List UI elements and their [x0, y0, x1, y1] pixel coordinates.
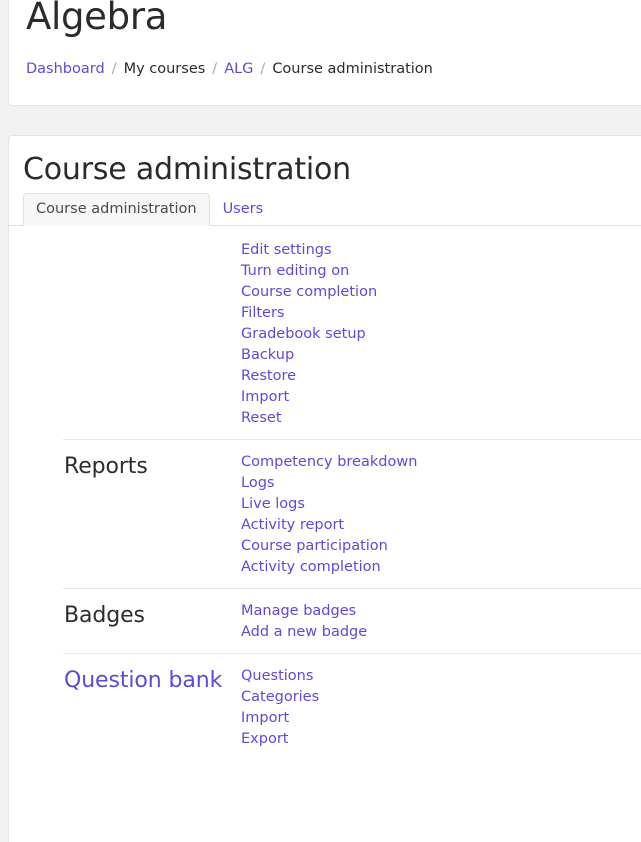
administration-sections: Edit settingsTurn editing onCourse compl… — [9, 227, 641, 760]
link-reset[interactable]: Reset — [241, 408, 641, 429]
section-heading-reports: Reports — [64, 453, 241, 481]
breadcrumb-separator: / — [253, 59, 272, 79]
link-course-completion[interactable]: Course completion — [241, 282, 641, 303]
breadcrumb-separator: / — [105, 59, 124, 79]
breadcrumb-separator: / — [205, 59, 224, 79]
link-filters[interactable]: Filters — [241, 303, 641, 324]
page-viewport: Algebra Dashboard/My courses/ALG/Course … — [0, 0, 641, 842]
link-import[interactable]: Import — [241, 387, 641, 408]
course-administration-card: Course administration Course administrat… — [8, 135, 641, 842]
course-header-card: Algebra Dashboard/My courses/ALG/Course … — [8, 0, 641, 106]
section-link-list: Competency breakdownLogsLive logsActivit… — [241, 450, 641, 578]
link-manage-badges[interactable]: Manage badges — [241, 601, 641, 622]
link-questions[interactable]: Questions — [241, 666, 641, 687]
link-edit-settings[interactable]: Edit settings — [241, 240, 641, 261]
link-turn-editing-on[interactable]: Turn editing on — [241, 261, 641, 282]
section-question-bank: Question bank QuestionsCategoriesImportEx… — [9, 653, 641, 760]
tab-bar: Course administrationUsers — [9, 194, 641, 226]
link-restore[interactable]: Restore — [241, 366, 641, 387]
link-activity-report[interactable]: Activity report — [241, 515, 641, 536]
link-add-a-new-badge[interactable]: Add a new badge — [241, 622, 641, 643]
link-categories[interactable]: Categories — [241, 687, 641, 708]
breadcrumb-item-alg[interactable]: ALG — [224, 59, 253, 79]
page-title: Course administration — [23, 152, 351, 188]
section-heading-column: Badges — [9, 599, 241, 643]
breadcrumb-item-dashboard[interactable]: Dashboard — [26, 59, 105, 79]
section-link-list: Edit settingsTurn editing onCourse compl… — [241, 238, 641, 429]
link-live-logs[interactable]: Live logs — [241, 494, 641, 515]
breadcrumb: Dashboard/My courses/ALG/Course administ… — [26, 59, 433, 79]
section-link-list: QuestionsCategoriesImportExport — [241, 664, 641, 750]
breadcrumb-item-my-courses: My courses — [124, 59, 206, 79]
tab-users[interactable]: Users — [210, 193, 277, 226]
breadcrumb-item-course-administration: Course administration — [272, 59, 433, 79]
link-backup[interactable]: Backup — [241, 345, 641, 366]
course-title: Algebra — [26, 0, 167, 39]
link-import[interactable]: Import — [241, 708, 641, 729]
section-badges: BadgesManage badgesAdd a new badge — [9, 588, 641, 653]
section-heading-badges: Badges — [64, 602, 241, 630]
link-export[interactable]: Export — [241, 729, 641, 750]
section-heading-column — [9, 238, 241, 429]
link-competency-breakdown[interactable]: Competency breakdown — [241, 452, 641, 473]
section-heading-column: Reports — [9, 450, 241, 578]
section-link-list: Manage badgesAdd a new badge — [241, 599, 641, 643]
link-course-participation[interactable]: Course participation — [241, 536, 641, 557]
section-general: Edit settingsTurn editing onCourse compl… — [9, 227, 641, 439]
section-reports: ReportsCompetency breakdownLogsLive logs… — [9, 439, 641, 588]
section-heading-column: Question bank — [9, 664, 241, 750]
tab-course-administration[interactable]: Course administration — [23, 193, 210, 226]
section-heading-question-bank[interactable]: Question bank — [64, 668, 222, 693]
link-activity-completion[interactable]: Activity completion — [241, 557, 641, 578]
link-logs[interactable]: Logs — [241, 473, 641, 494]
link-gradebook-setup[interactable]: Gradebook setup — [241, 324, 641, 345]
